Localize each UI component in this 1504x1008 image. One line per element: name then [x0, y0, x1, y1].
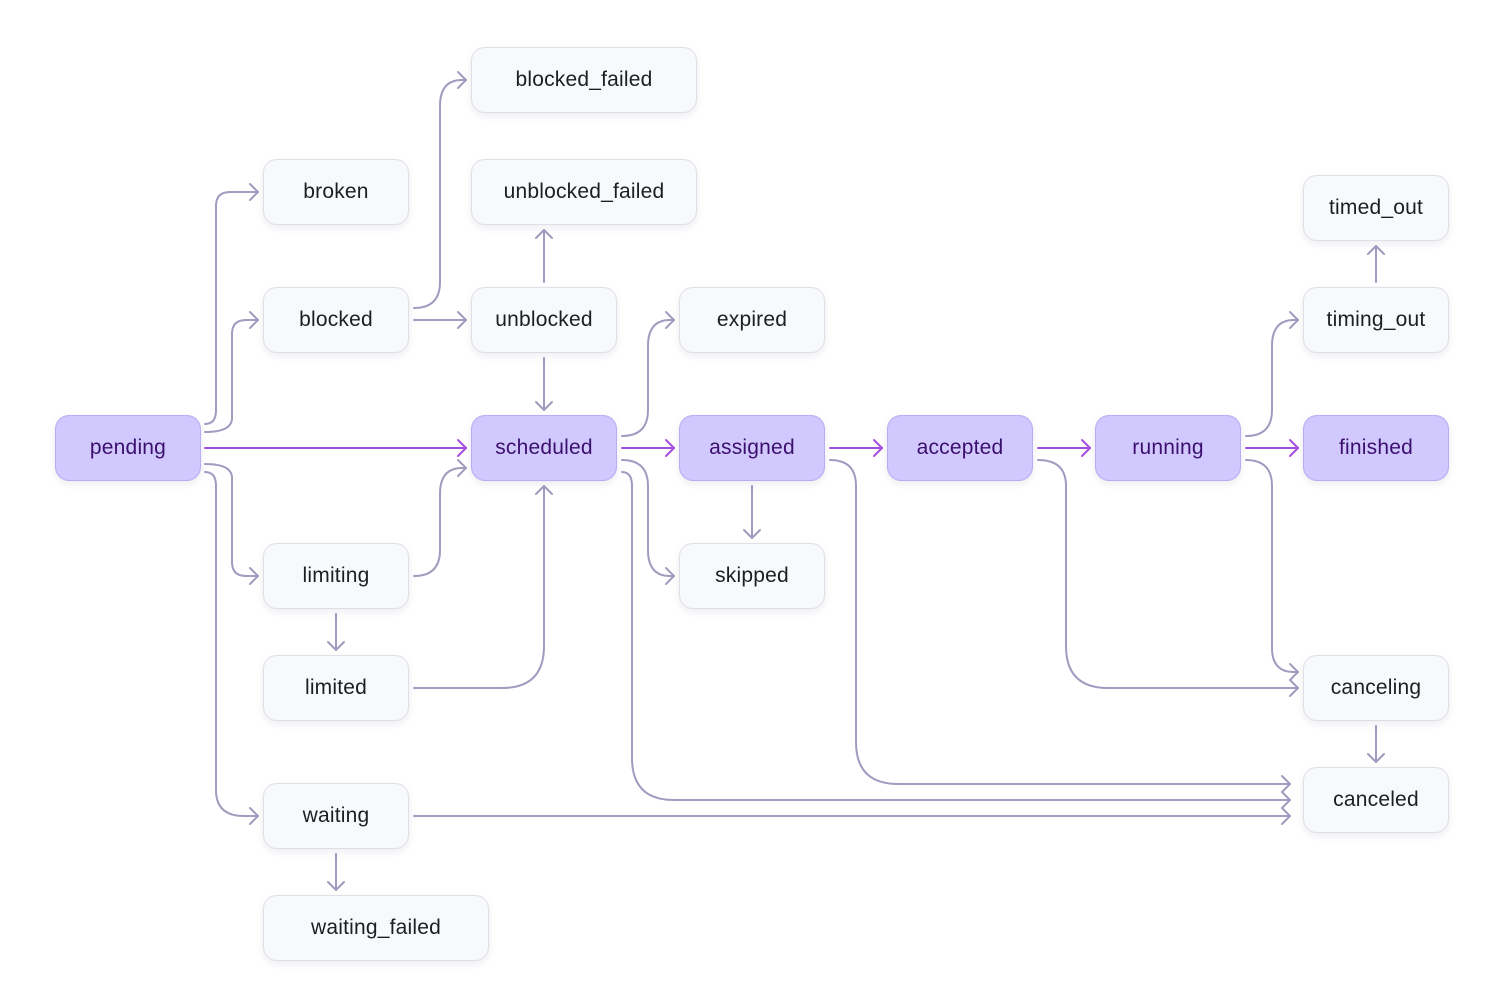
node-unblocked: unblocked [471, 287, 617, 353]
edge-pending-to-blocked [204, 311, 259, 433]
node-label: blocked [299, 308, 373, 331]
edge-running-to-finished [1245, 439, 1299, 457]
edge-pending-to-scheduled [204, 439, 467, 457]
node-blocked: blocked [263, 287, 409, 353]
node-label: canceling [1330, 676, 1422, 699]
edge-scheduled-to-canceled [621, 471, 1291, 809]
edge-assigned-to-canceled [829, 459, 1291, 793]
node-label: unblocked_failed [503, 180, 665, 203]
edge-scheduled-to-assigned [621, 439, 675, 457]
edge-accepted-to-running [1037, 439, 1091, 457]
node-canceling: canceling [1303, 655, 1449, 721]
node-label: pending [89, 436, 167, 459]
edge-limited-to-scheduled [413, 485, 553, 689]
node-waiting-failed: waiting_failed [263, 895, 489, 961]
node-broken: broken [263, 159, 409, 225]
node-label: accepted [916, 436, 1004, 459]
edge-limiting-to-limited [327, 613, 345, 651]
state-diagram: pending broken blocked blocked_failed un… [0, 0, 1504, 1008]
edge-scheduled-to-expired [621, 311, 675, 437]
node-label: finished [1339, 436, 1413, 459]
node-label: skipped [715, 564, 789, 587]
node-assigned: assigned [679, 415, 825, 481]
edge-unblocked-to-scheduled [535, 357, 553, 411]
edge-blocked-to-unblocked [413, 311, 467, 329]
node-finished: finished [1303, 415, 1449, 481]
edge-unblocked-to-unblocked_failed [535, 229, 553, 283]
edge-line [204, 319, 259, 433]
edge-timing_out-to-timed_out [1367, 245, 1385, 283]
node-pending: pending [55, 415, 201, 481]
node-timed-out: timed_out [1303, 175, 1449, 241]
node-expired: expired [679, 287, 825, 353]
edge-line [204, 463, 259, 577]
edge-line [1245, 459, 1299, 673]
node-scheduled: scheduled [471, 415, 617, 481]
edge-line [413, 79, 467, 309]
node-label: running [1132, 436, 1204, 459]
node-canceled: canceled [1303, 767, 1449, 833]
node-label: broken [303, 180, 369, 203]
node-waiting: waiting [263, 783, 409, 849]
edge-blocked-to-blocked_failed [413, 71, 467, 309]
node-label: timed_out [1328, 196, 1424, 219]
edge-limiting-to-scheduled [413, 459, 467, 577]
edge-line [1245, 319, 1299, 437]
node-label: unblocked [495, 308, 593, 331]
edge-waiting-to-waiting_failed [327, 853, 345, 891]
node-label: waiting [302, 804, 370, 827]
node-accepted: accepted [887, 415, 1033, 481]
edge-line [413, 485, 545, 689]
edge-running-to-timing_out [1245, 311, 1299, 437]
edge-line [413, 467, 467, 577]
edge-scheduled-to-skipped [621, 459, 675, 585]
edge-waiting-to-canceled [413, 807, 1291, 825]
node-label: limiting [302, 564, 370, 587]
node-label: canceled [1333, 788, 1419, 811]
edge-line [829, 459, 1291, 785]
edge-pending-to-limiting [204, 463, 259, 585]
node-timing-out: timing_out [1303, 287, 1449, 353]
edge-line [1037, 459, 1299, 689]
node-limiting: limiting [263, 543, 409, 609]
node-running: running [1095, 415, 1241, 481]
node-label: assigned [709, 436, 795, 459]
edge-accepted-to-canceling [1037, 459, 1299, 697]
node-unblocked-failed: unblocked_failed [471, 159, 697, 225]
edge-assigned-to-skipped [743, 485, 761, 539]
edges-layer [204, 71, 1385, 891]
edge-canceling-to-canceled [1367, 725, 1385, 763]
edge-line [621, 471, 1291, 801]
node-skipped: skipped [679, 543, 825, 609]
node-label: scheduled [495, 436, 593, 459]
edge-assigned-to-accepted [829, 439, 883, 457]
node-blocked-failed: blocked_failed [471, 47, 697, 113]
node-label: waiting_failed [310, 916, 442, 939]
edge-running-to-canceling [1245, 459, 1299, 681]
node-label: timing_out [1326, 308, 1426, 331]
node-label: blocked_failed [515, 68, 653, 91]
node-limited: limited [263, 655, 409, 721]
node-label: expired [716, 308, 788, 331]
node-label: limited [304, 676, 368, 699]
edge-line [621, 319, 675, 437]
